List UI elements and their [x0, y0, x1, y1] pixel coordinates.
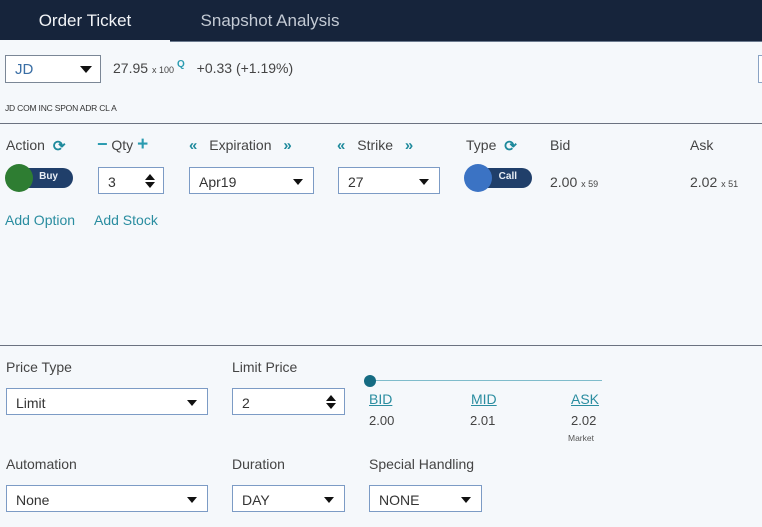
bid-label: Bid — [550, 137, 571, 153]
chevron-down-icon — [461, 497, 471, 503]
mid-price-link[interactable]: MID — [471, 391, 497, 407]
expiration-value: Apr19 — [199, 174, 237, 190]
price-change: +0.33 (+1.19%) — [196, 60, 294, 76]
chevron-double-right-icon[interactable]: » — [405, 137, 413, 154]
limit-price-input[interactable]: 2 — [232, 388, 345, 415]
qty-value: 3 — [108, 174, 116, 190]
tab-order-ticket[interactable]: Order Ticket — [0, 0, 170, 42]
chevron-down-icon — [187, 497, 197, 503]
special-handling-value: NONE — [379, 492, 420, 508]
action-header: Action ⟳ — [6, 137, 65, 155]
special-handling-label: Special Handling — [369, 456, 475, 472]
ask-label: Ask — [690, 137, 714, 153]
special-handling-select[interactable]: NONE — [369, 485, 482, 512]
qty-input[interactable]: 3 — [98, 167, 164, 194]
strike-header: « Strike » — [337, 137, 413, 154]
swap-type-icon[interactable]: ⟳ — [504, 137, 517, 155]
type-label: Type — [466, 137, 497, 153]
automation-value: None — [16, 492, 50, 508]
chevron-double-right-icon[interactable]: » — [283, 137, 291, 154]
symbol-value: JD — [15, 61, 34, 78]
spinner-icon[interactable] — [326, 395, 336, 409]
chevron-down-icon — [187, 400, 197, 406]
ask-size: x 51 — [721, 179, 739, 189]
limit-price-label: Limit Price — [232, 359, 298, 375]
strike-label: Strike — [357, 137, 394, 153]
type-toggle[interactable]: Call — [464, 164, 532, 192]
divider — [0, 345, 762, 346]
mid-price-value: 2.01 — [470, 413, 496, 428]
strike-select[interactable]: 27 — [338, 167, 440, 194]
duration-select[interactable]: DAY — [232, 485, 345, 512]
price-type-select[interactable]: Limit — [6, 388, 208, 415]
expiration-label: Expiration — [209, 137, 272, 153]
ask-price-link[interactable]: ASK — [571, 391, 599, 407]
limit-price-value: 2 — [242, 395, 250, 411]
toggle-knob — [464, 164, 492, 192]
tab-bar: Order Ticket Snapshot Analysis — [0, 0, 762, 42]
type-header: Type ⟳ — [466, 137, 517, 155]
action-label: Action — [6, 137, 45, 153]
bid-price-value: 2.00 — [369, 413, 395, 428]
last-size: x 100 — [151, 65, 174, 75]
toggle-knob — [5, 164, 33, 192]
last-price: 27.95 — [113, 60, 149, 76]
chevron-double-left-icon[interactable]: « — [189, 137, 197, 154]
partial-control[interactable] — [758, 55, 762, 83]
bid-quote: 2.00 x 59 — [550, 174, 598, 190]
expiration-select[interactable]: Apr19 — [189, 167, 314, 194]
bid-price: 2.00 — [550, 174, 578, 190]
divider — [0, 123, 762, 124]
plus-icon[interactable]: + — [137, 135, 148, 154]
price-type-value: Limit — [16, 395, 46, 411]
chevron-down-icon — [80, 66, 92, 73]
chevron-down-icon — [419, 179, 429, 185]
exchange-code: Q — [176, 59, 185, 70]
qty-header: − Qty + — [97, 135, 148, 154]
security-description: JD COM INC SPON ADR CL A — [5, 103, 117, 113]
type-value: Call — [498, 171, 517, 182]
symbol-select[interactable]: JD — [5, 55, 101, 83]
bid-price-link[interactable]: BID — [369, 391, 392, 407]
price-slider-handle[interactable] — [364, 375, 376, 387]
minus-icon[interactable]: − — [97, 135, 108, 153]
ask-price: 2.02 — [690, 174, 718, 190]
duration-label: Duration — [232, 456, 285, 472]
strike-value: 27 — [348, 174, 364, 190]
automation-select[interactable]: None — [6, 485, 208, 512]
tab-snapshot-analysis[interactable]: Snapshot Analysis — [170, 0, 370, 42]
price-type-label: Price Type — [6, 359, 72, 375]
bid-size: x 59 — [581, 179, 599, 189]
chevron-down-icon — [324, 497, 334, 503]
add-stock-link[interactable]: Add Stock — [94, 212, 158, 228]
swap-action-icon[interactable]: ⟳ — [53, 137, 66, 155]
action-toggle[interactable]: Buy — [5, 164, 73, 192]
automation-label: Automation — [6, 456, 77, 472]
ask-price-value: 2.02 — [571, 413, 597, 428]
add-option-link[interactable]: Add Option — [5, 212, 75, 228]
action-value: Buy — [39, 171, 58, 182]
price-slider-track[interactable] — [370, 380, 602, 381]
quote-summary: 27.95 x 100 Q +0.33 (+1.19%) — [113, 59, 294, 76]
qty-label: Qty — [111, 137, 134, 153]
expiration-header: « Expiration » — [189, 137, 292, 154]
chevron-double-left-icon[interactable]: « — [337, 137, 345, 154]
duration-value: DAY — [242, 492, 270, 508]
chevron-down-icon — [293, 179, 303, 185]
market-note: Market — [568, 433, 594, 443]
ask-quote: 2.02 x 51 — [690, 174, 738, 190]
spinner-icon[interactable] — [145, 174, 155, 188]
